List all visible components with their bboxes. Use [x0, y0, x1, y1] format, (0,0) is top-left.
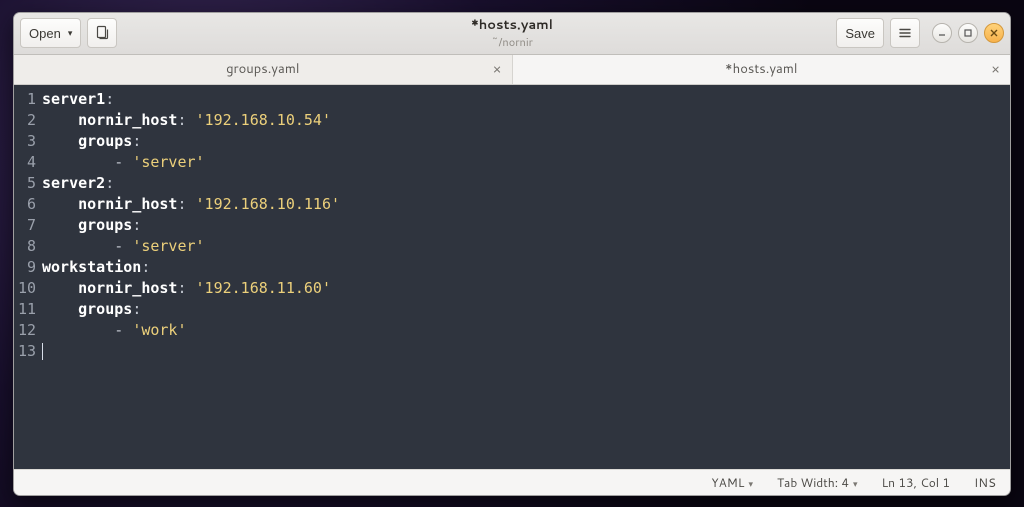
open-button-label: Open: [29, 26, 61, 41]
maximize-icon: [963, 28, 973, 38]
code-line[interactable]: nornir_host: '192.168.10.116': [42, 194, 1010, 215]
hamburger-icon: [898, 26, 912, 40]
minimize-icon: [937, 28, 947, 38]
line-number: 12: [14, 320, 36, 341]
close-icon: [989, 28, 999, 38]
code-line[interactable]: groups:: [42, 131, 1010, 152]
line-number: 3: [14, 131, 36, 152]
save-button-label: Save: [845, 26, 875, 41]
code-line[interactable]: - 'work': [42, 320, 1010, 341]
line-number: 6: [14, 194, 36, 215]
save-button[interactable]: Save: [836, 18, 884, 48]
line-number: 7: [14, 215, 36, 236]
hamburger-menu-button[interactable]: [890, 18, 920, 48]
status-tab-width[interactable]: Tab Width: 4: [777, 474, 858, 491]
line-number: 9: [14, 257, 36, 278]
line-number-gutter: 12345678910111213: [14, 85, 40, 469]
line-number: 2: [14, 110, 36, 131]
status-cursor-position: Ln 13, Col 1: [882, 474, 950, 491]
code-line[interactable]: groups:: [42, 299, 1010, 320]
line-number: 4: [14, 152, 36, 173]
tab-hosts-yaml[interactable]: *hosts.yaml ×: [513, 55, 1011, 84]
window-minimize-button[interactable]: [932, 23, 952, 43]
code-line[interactable]: workstation:: [42, 257, 1010, 278]
tab-close-button[interactable]: ×: [991, 59, 1000, 79]
status-bar: YAML Tab Width: 4 Ln 13, Col 1 INS: [14, 469, 1010, 495]
line-number: 1: [14, 89, 36, 110]
code-line[interactable]: server1:: [42, 89, 1010, 110]
line-number: 10: [14, 278, 36, 299]
editor-area[interactable]: 12345678910111213 server1: nornir_host: …: [14, 85, 1010, 469]
tab-label: groups.yaml: [226, 60, 299, 78]
titlebar: Open ▾ *hosts.yaml ~/nornir Save: [14, 13, 1010, 55]
code-line[interactable]: server2:: [42, 173, 1010, 194]
status-insert-mode: INS: [974, 474, 996, 491]
line-number: 11: [14, 299, 36, 320]
code-line[interactable]: groups:: [42, 215, 1010, 236]
line-number: 8: [14, 236, 36, 257]
editor-window: Open ▾ *hosts.yaml ~/nornir Save: [13, 12, 1011, 496]
code-line[interactable]: - 'server': [42, 236, 1010, 257]
tab-label: *hosts.yaml: [725, 60, 797, 78]
line-number: 13: [14, 341, 36, 362]
tab-groups-yaml[interactable]: groups.yaml ×: [14, 55, 513, 84]
chevron-down-icon: ▾: [68, 28, 73, 39]
code-line[interactable]: nornir_host: '192.168.11.60': [42, 278, 1010, 299]
code-line[interactable]: nornir_host: '192.168.10.54': [42, 110, 1010, 131]
new-document-icon: [94, 25, 110, 41]
status-language[interactable]: YAML: [711, 474, 753, 491]
line-number: 5: [14, 173, 36, 194]
window-title: *hosts.yaml: [471, 16, 553, 34]
code-content[interactable]: server1: nornir_host: '192.168.10.54' gr…: [40, 85, 1010, 469]
new-document-button[interactable]: [87, 18, 117, 48]
window-close-button[interactable]: [984, 23, 1004, 43]
code-line[interactable]: - 'server': [42, 152, 1010, 173]
tab-bar: groups.yaml × *hosts.yaml ×: [14, 55, 1010, 85]
tab-close-button[interactable]: ×: [493, 59, 502, 79]
window-subtitle: ~/nornir: [491, 34, 533, 50]
code-line[interactable]: [42, 341, 1010, 362]
window-maximize-button[interactable]: [958, 23, 978, 43]
open-button[interactable]: Open ▾: [20, 18, 81, 48]
